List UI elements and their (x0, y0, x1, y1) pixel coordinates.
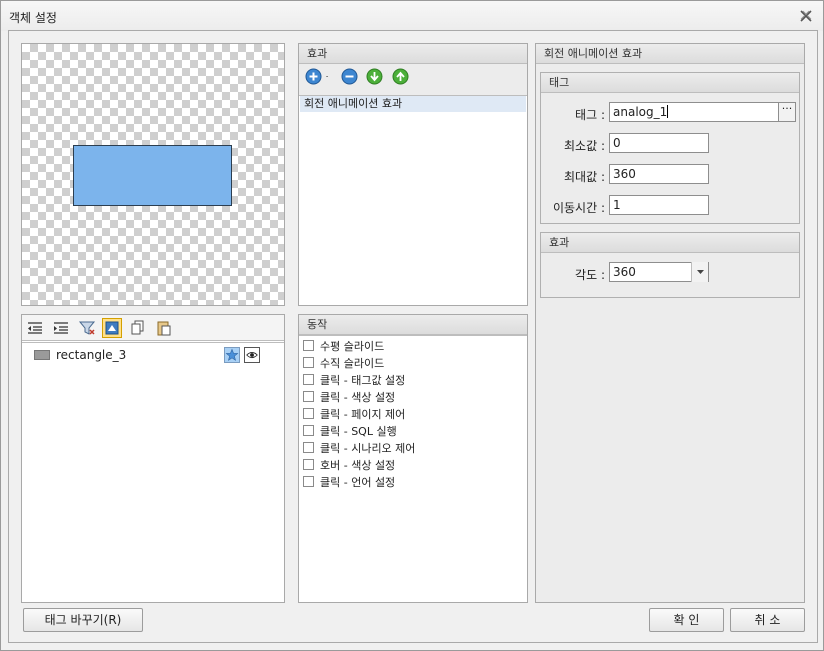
chevron-down-icon[interactable] (691, 262, 708, 282)
action-item[interactable]: 클릭 - 태그값 설정 (299, 372, 527, 389)
cancel-button[interactable]: 취 소 (730, 608, 805, 632)
actions-panel-header: 동작 (299, 315, 527, 335)
ok-button[interactable]: 확 인 (649, 608, 724, 632)
effects-panel-header: 효과 (299, 44, 527, 64)
text-cursor (667, 105, 669, 118)
max-input[interactable]: 360 (609, 164, 709, 184)
action-item[interactable]: 수평 슬라이드 (299, 338, 527, 355)
filter-icon[interactable] (78, 319, 96, 337)
action-item[interactable]: 클릭 - 언어 설정 (299, 474, 527, 491)
min-label: 최소값 : (564, 139, 605, 153)
change-tag-button[interactable]: 태그 바꾸기(R) (23, 608, 143, 632)
action-checkbox[interactable] (303, 459, 314, 470)
eye-icon[interactable] (244, 347, 260, 363)
settings-panel-header: 회전 애니메이션 효과 (536, 44, 804, 64)
layer-item-label: rectangle_3 (56, 348, 127, 362)
angle-select[interactable]: 360 (609, 262, 709, 282)
chevron-down-icon[interactable] (325, 68, 332, 85)
move-down-icon[interactable] (366, 68, 383, 85)
action-item[interactable]: 클릭 - SQL 실행 (299, 423, 527, 440)
layers-toolbar (22, 315, 284, 341)
move-up-icon[interactable] (392, 68, 409, 85)
remove-icon[interactable] (341, 68, 358, 85)
group-select-icon[interactable] (102, 318, 123, 338)
effects-panel: 효과 회전 애니메이션 효과 (298, 43, 528, 306)
min-input[interactable]: 0 (609, 133, 709, 153)
action-checkbox[interactable] (303, 476, 314, 487)
title-bar: 객체 설정 (1, 1, 823, 31)
copy-icon[interactable] (129, 319, 147, 337)
star-icon[interactable] (224, 347, 240, 363)
tag-input[interactable]: analog_1 (609, 102, 779, 122)
preview-panel (21, 43, 285, 306)
tag-section-header: 태그 (541, 73, 799, 93)
max-label: 최대값 : (564, 170, 605, 184)
indent-icon[interactable] (52, 319, 70, 337)
tag-browse-button[interactable]: ··· (778, 102, 796, 122)
layers-list: rectangle_3 (22, 342, 284, 602)
action-checkbox[interactable] (303, 340, 314, 351)
action-item[interactable]: 호버 - 색상 설정 (299, 457, 527, 474)
actions-panel: 동작 수평 슬라이드 수직 슬라이드 클릭 - 태그값 설정 클릭 - 색상 설… (298, 314, 528, 603)
angle-label: 각도 : (575, 268, 605, 282)
action-item[interactable]: 클릭 - 페이지 제어 (299, 406, 527, 423)
layers-panel: rectangle_3 (21, 314, 285, 603)
window-title: 객체 설정 (9, 11, 57, 25)
action-checkbox[interactable] (303, 442, 314, 453)
action-item[interactable]: 수직 슬라이드 (299, 355, 527, 372)
object-settings-dialog: 객체 설정 rectangle_3 효과 회전 애니메이션 효과 동작 수평 슬… (0, 0, 824, 651)
paste-icon[interactable] (155, 319, 173, 337)
move-time-input[interactable]: 1 (609, 195, 709, 215)
effect-item[interactable]: 회전 애니메이션 효과 (300, 96, 526, 112)
tag-label: 태그 : (575, 108, 605, 122)
outdent-icon[interactable] (26, 319, 44, 337)
action-checkbox[interactable] (303, 357, 314, 368)
settings-panel: 회전 애니메이션 효과 태그 태그 : analog_1 ··· 최소값 : 0… (535, 43, 805, 603)
rectangle-icon (34, 350, 50, 360)
action-checkbox[interactable] (303, 408, 314, 419)
add-icon[interactable] (305, 68, 322, 85)
tag-section: 태그 태그 : analog_1 ··· 최소값 : 0 최대값 : 360 이… (540, 72, 800, 224)
action-item[interactable]: 클릭 - 색상 설정 (299, 389, 527, 406)
close-icon[interactable] (799, 9, 813, 23)
action-checkbox[interactable] (303, 425, 314, 436)
layer-item[interactable]: rectangle_3 (34, 347, 282, 363)
effects-list: 회전 애니메이션 효과 (299, 95, 527, 305)
action-checkbox[interactable] (303, 391, 314, 402)
move-time-label: 이동시간 : (552, 201, 605, 215)
action-checkbox[interactable] (303, 374, 314, 385)
effect-section: 효과 각도 : 360 (540, 232, 800, 298)
action-item[interactable]: 클릭 - 시나리오 제어 (299, 440, 527, 457)
preview-rectangle[interactable] (73, 145, 232, 206)
effects-toolbar (299, 64, 527, 90)
effect-section-header: 효과 (541, 233, 799, 253)
actions-list: 수평 슬라이드 수직 슬라이드 클릭 - 태그값 설정 클릭 - 색상 설정 클… (299, 335, 527, 602)
